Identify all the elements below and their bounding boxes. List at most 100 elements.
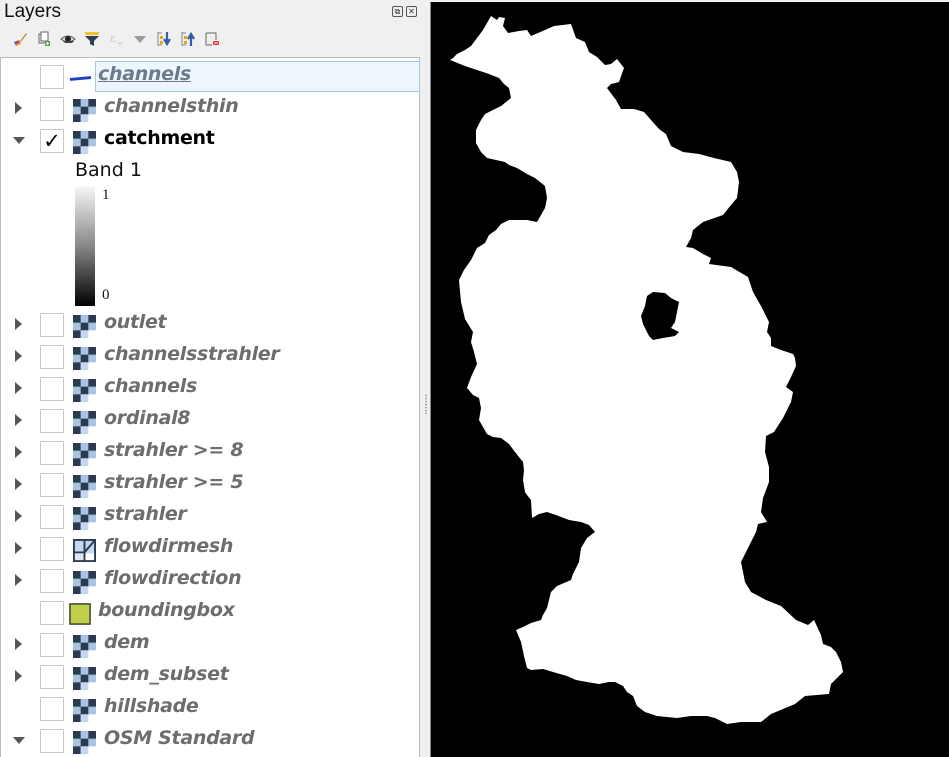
layer-visibility-checkbox[interactable]	[40, 729, 64, 753]
layer-row[interactable]: channels	[1, 60, 420, 92]
expand-arrow-icon[interactable]	[15, 382, 22, 394]
splitter-grip[interactable]	[425, 394, 427, 414]
collapse-arrow-icon[interactable]	[13, 137, 25, 144]
raster-layer-icon	[73, 443, 96, 466]
layer-visibility-checkbox[interactable]	[40, 697, 64, 721]
layer-visibility-checkbox[interactable]	[40, 473, 64, 497]
layer-visibility-checkbox[interactable]	[40, 665, 64, 689]
layers-panel: Layers ⧉ ✕ ε Band 1 1 0 channels channel…	[0, 0, 425, 757]
svg-text:ε: ε	[110, 32, 116, 45]
layer-name[interactable]: strahler >= 5	[104, 471, 244, 493]
layer-row[interactable]: OSM Standard	[1, 724, 419, 756]
layer-visibility-checkbox[interactable]	[40, 569, 64, 593]
add-group-button[interactable]	[32, 29, 56, 49]
layer-visibility-checkbox[interactable]	[40, 505, 64, 529]
filter-dropdown-button[interactable]	[128, 29, 152, 49]
expand-arrow-icon[interactable]	[15, 102, 22, 114]
layer-row[interactable]: channelsstrahler	[1, 340, 419, 372]
layer-name[interactable]: ordinal8	[104, 407, 191, 429]
layer-row[interactable]: flowdirection	[1, 564, 419, 596]
layer-row[interactable]: channels	[1, 372, 419, 404]
layer-name[interactable]: channelsstrahler	[104, 343, 280, 365]
layers-toolbar: ε	[8, 29, 224, 49]
layer-row[interactable]: ✓ catchment	[1, 124, 419, 156]
raster-layer-icon	[73, 379, 96, 402]
expand-arrow-icon[interactable]	[15, 446, 22, 458]
layer-visibility-checkbox[interactable]	[40, 377, 64, 401]
layer-visibility-checkbox[interactable]	[40, 409, 64, 433]
layer-name[interactable]: hillshade	[104, 695, 199, 717]
map-canvas[interactable]	[430, 2, 949, 757]
raster-layer-icon	[73, 347, 96, 370]
raster-layer-icon	[73, 667, 96, 690]
raster-layer-icon	[73, 411, 96, 434]
layer-name[interactable]: outlet	[104, 311, 167, 333]
expand-arrow-icon[interactable]	[15, 318, 22, 330]
panel-title: Layers	[4, 1, 62, 22]
expand-arrow-icon[interactable]	[15, 670, 22, 682]
raster-layer-icon	[73, 571, 96, 594]
layer-name[interactable]: flowdirmesh	[104, 535, 233, 557]
layer-row[interactable]: channelsthin	[1, 92, 419, 124]
close-icon[interactable]: ✕	[406, 6, 417, 17]
layer-row[interactable]: dem	[1, 628, 419, 660]
layer-visibility-checkbox[interactable]: ✓	[40, 129, 64, 153]
layer-visibility-checkbox[interactable]	[40, 441, 64, 465]
expand-arrow-icon[interactable]	[15, 478, 22, 490]
layer-visibility-checkbox[interactable]	[40, 345, 64, 369]
visibility-button[interactable]	[56, 29, 80, 49]
layer-visibility-checkbox[interactable]	[40, 601, 64, 625]
expand-arrow-icon[interactable]	[15, 414, 22, 426]
layer-visibility-checkbox[interactable]	[40, 97, 64, 121]
raster-layer-icon	[73, 731, 96, 754]
layer-name[interactable]: flowdirection	[104, 567, 242, 589]
filter-expression-button[interactable]: ε	[104, 29, 128, 49]
expand-arrow-icon[interactable]	[15, 542, 22, 554]
layer-name[interactable]: strahler	[104, 503, 187, 525]
expand-arrow-icon[interactable]	[15, 350, 22, 362]
expression-filter-icon: ε	[110, 32, 123, 46]
layer-name[interactable]: dem_subset	[104, 663, 229, 685]
layer-row[interactable]: hillshade	[1, 692, 419, 724]
layer-visibility-checkbox[interactable]	[40, 65, 64, 89]
layer-name[interactable]: boundingbox	[98, 599, 235, 621]
expand-arrow-icon[interactable]	[15, 510, 22, 522]
layer-name[interactable]: channels	[98, 63, 191, 85]
layer-row[interactable]: flowdirmesh	[1, 532, 419, 564]
expand-arrow-icon[interactable]	[15, 638, 22, 650]
collapse-all-icon	[181, 31, 195, 46]
chevron-down-icon	[134, 36, 146, 43]
remove-layer-button[interactable]	[200, 29, 224, 49]
layer-name[interactable]: dem	[104, 631, 150, 653]
layer-row[interactable]: outlet	[1, 308, 419, 340]
filter-legend-button[interactable]	[80, 29, 104, 49]
layer-row[interactable]: strahler >= 5	[1, 468, 419, 500]
raster-layer-icon	[73, 699, 96, 722]
mesh-layer-icon	[73, 539, 96, 562]
layer-name[interactable]: channelsthin	[104, 95, 239, 117]
expand-all-button[interactable]	[152, 29, 176, 49]
collapse-all-button[interactable]	[176, 29, 200, 49]
collapse-arrow-icon[interactable]	[13, 737, 25, 744]
layer-visibility-checkbox[interactable]	[40, 633, 64, 657]
layer-row[interactable]: ordinal8	[1, 404, 419, 436]
catchment-render	[450, 16, 843, 724]
layer-tree[interactable]: Band 1 1 0 channels channelsthin ✓ catchmen…	[0, 57, 420, 757]
add-group-icon	[38, 31, 50, 46]
layer-row[interactable]: strahler >= 8	[1, 436, 419, 468]
layer-row[interactable]: strahler	[1, 500, 419, 532]
layer-visibility-checkbox[interactable]	[40, 313, 64, 337]
legend-band-label: Band 1	[75, 159, 142, 181]
raster-layer-icon	[73, 635, 96, 658]
layer-name[interactable]: catchment	[104, 127, 215, 149]
layer-visibility-checkbox[interactable]	[40, 537, 64, 561]
layer-name[interactable]: strahler >= 8	[104, 439, 244, 461]
style-manager-button[interactable]	[8, 29, 32, 49]
float-icon[interactable]: ⧉	[392, 6, 403, 17]
panel-splitter[interactable]	[420, 0, 430, 757]
layer-name[interactable]: OSM Standard	[104, 727, 255, 749]
layer-name[interactable]: channels	[104, 375, 197, 397]
layer-row[interactable]: boundingbox	[1, 596, 419, 628]
expand-arrow-icon[interactable]	[15, 574, 22, 586]
layer-row[interactable]: dem_subset	[1, 660, 419, 692]
